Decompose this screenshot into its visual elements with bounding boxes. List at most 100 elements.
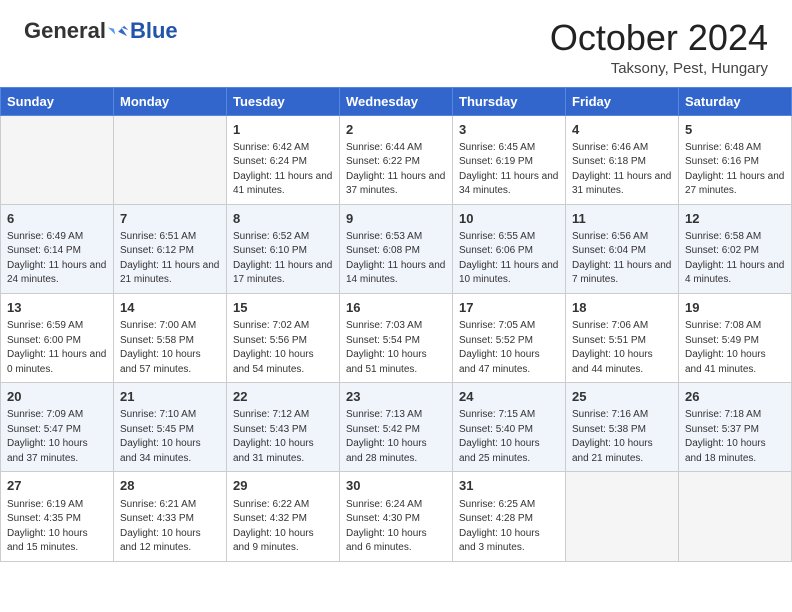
logo-general-text: General <box>24 18 106 44</box>
calendar-cell: 27Sunrise: 6:19 AM Sunset: 4:35 PM Dayli… <box>1 472 114 561</box>
day-info: Sunrise: 6:25 AM Sunset: 4:28 PM Dayligh… <box>459 498 559 556</box>
calendar-cell: 21 Sunrise: 7:10 AM Sunset: 5:45 PM Dayli… <box>114 383 227 472</box>
day-info: Sunrise: 7:13 AM Sunset: 5:42 PM Dayligh… <box>346 408 446 466</box>
day-info: Sunrise: 6:19 AM Sunset: 4:35 PM Dayligh… <box>7 498 107 556</box>
day-info: Sunrise: 7:10 AM Sunset: 5:45 PM Dayligh… <box>120 408 220 466</box>
day-info: Sunrise: 7:12 AM Sunset: 5:43 PM Dayligh… <box>233 408 333 466</box>
day-info: Sunrise: 7:02 AM Sunset: 5:56 PM Dayligh… <box>233 319 333 377</box>
day-number: 12 <box>685 210 785 228</box>
calendar-cell: 14Sunrise: 7:00 AM Sunset: 5:58 PM Dayli… <box>114 293 227 382</box>
calendar-cell: 8 Sunrise: 6:52 AM Sunset: 6:10 PM Daylig… <box>227 204 340 293</box>
column-header-thursday: Thursday <box>453 87 566 115</box>
logo-blue-text: Blue <box>130 18 178 44</box>
day-info: Sunrise: 7:08 AM Sunset: 5:49 PM Dayligh… <box>685 319 785 377</box>
calendar-cell: 26Sunrise: 7:18 AM Sunset: 5:37 PM Dayli… <box>679 383 792 472</box>
column-header-tuesday: Tuesday <box>227 87 340 115</box>
calendar-header-row: SundayMondayTuesdayWednesdayThursdayFrid… <box>1 87 792 115</box>
column-header-friday: Friday <box>566 87 679 115</box>
column-header-saturday: Saturday <box>679 87 792 115</box>
day-number: 9 <box>346 210 446 228</box>
day-number: 26 <box>685 388 785 406</box>
calendar-cell: 19 Sunrise: 7:08 AM Sunset: 5:49 PM Dayli… <box>679 293 792 382</box>
day-number: 4 <box>572 121 672 139</box>
day-info: Sunrise: 6:58 AM Sunset: 6:02 PM Dayligh… <box>685 230 785 288</box>
month-title: October 2024 <box>550 18 768 58</box>
day-number: 16 <box>346 299 446 317</box>
calendar-cell: 11 Sunrise: 6:56 AM Sunset: 6:04 PM Dayli… <box>566 204 679 293</box>
logo-bird-icon <box>108 20 130 42</box>
day-info: Sunrise: 6:48 AM Sunset: 6:16 PM Dayligh… <box>685 141 785 199</box>
column-header-monday: Monday <box>114 87 227 115</box>
calendar-cell: 4 Sunrise: 6:46 AM Sunset: 6:18 PM Daylig… <box>566 115 679 204</box>
calendar-cell: 22 Sunrise: 7:12 AM Sunset: 5:43 PM Dayli… <box>227 383 340 472</box>
calendar-cell: 25 Sunrise: 7:16 AM Sunset: 5:38 PM Dayli… <box>566 383 679 472</box>
day-number: 25 <box>572 388 672 406</box>
day-number: 19 <box>685 299 785 317</box>
day-number: 2 <box>346 121 446 139</box>
day-number: 17 <box>459 299 559 317</box>
day-number: 23 <box>346 388 446 406</box>
calendar-cell: 9 Sunrise: 6:53 AM Sunset: 6:08 PM Daylig… <box>340 204 453 293</box>
day-number: 22 <box>233 388 333 406</box>
day-info: Sunrise: 6:42 AM Sunset: 6:24 PM Dayligh… <box>233 141 333 199</box>
day-info: Sunrise: 6:59 AM Sunset: 6:00 PM Dayligh… <box>7 319 107 377</box>
day-number: 21 <box>120 388 220 406</box>
calendar-cell: 23 Sunrise: 7:13 AM Sunset: 5:42 PM Dayli… <box>340 383 453 472</box>
day-info: Sunrise: 6:21 AM Sunset: 4:33 PM Dayligh… <box>120 498 220 556</box>
calendar-week-row: 13 Sunrise: 6:59 AM Sunset: 6:00 PM Dayli… <box>1 293 792 382</box>
calendar-cell: 31 Sunrise: 6:25 AM Sunset: 4:28 PM Dayli… <box>453 472 566 561</box>
calendar-week-row: 27Sunrise: 6:19 AM Sunset: 4:35 PM Dayli… <box>1 472 792 561</box>
day-info: Sunrise: 6:44 AM Sunset: 6:22 PM Dayligh… <box>346 141 446 199</box>
calendar-cell: 3 Sunrise: 6:45 AM Sunset: 6:19 PM Daylig… <box>453 115 566 204</box>
calendar-cell: 20Sunrise: 7:09 AM Sunset: 5:47 PM Dayli… <box>1 383 114 472</box>
calendar-cell <box>566 472 679 561</box>
calendar-cell: 7Sunrise: 6:51 AM Sunset: 6:12 PM Daylig… <box>114 204 227 293</box>
calendar-table: SundayMondayTuesdayWednesdayThursdayFrid… <box>0 87 792 562</box>
calendar-cell <box>1 115 114 204</box>
calendar-cell: 13 Sunrise: 6:59 AM Sunset: 6:00 PM Dayli… <box>1 293 114 382</box>
column-header-sunday: Sunday <box>1 87 114 115</box>
location-text: Taksony, Pest, Hungary <box>550 60 768 77</box>
day-info: Sunrise: 6:45 AM Sunset: 6:19 PM Dayligh… <box>459 141 559 199</box>
day-info: Sunrise: 7:15 AM Sunset: 5:40 PM Dayligh… <box>459 408 559 466</box>
day-number: 28 <box>120 477 220 495</box>
day-info: Sunrise: 7:00 AM Sunset: 5:58 PM Dayligh… <box>120 319 220 377</box>
day-info: Sunrise: 6:51 AM Sunset: 6:12 PM Dayligh… <box>120 230 220 288</box>
day-info: Sunrise: 7:16 AM Sunset: 5:38 PM Dayligh… <box>572 408 672 466</box>
day-number: 31 <box>459 477 559 495</box>
calendar-cell: 29 Sunrise: 6:22 AM Sunset: 4:32 PM Dayli… <box>227 472 340 561</box>
day-number: 24 <box>459 388 559 406</box>
day-number: 13 <box>7 299 107 317</box>
day-number: 5 <box>685 121 785 139</box>
day-info: Sunrise: 6:24 AM Sunset: 4:30 PM Dayligh… <box>346 498 446 556</box>
calendar-cell: 6Sunrise: 6:49 AM Sunset: 6:14 PM Daylig… <box>1 204 114 293</box>
day-number: 8 <box>233 210 333 228</box>
day-number: 10 <box>459 210 559 228</box>
column-header-wednesday: Wednesday <box>340 87 453 115</box>
calendar-week-row: 1 Sunrise: 6:42 AM Sunset: 6:24 PM Daylig… <box>1 115 792 204</box>
calendar-cell: 2 Sunrise: 6:44 AM Sunset: 6:22 PM Daylig… <box>340 115 453 204</box>
calendar-cell: 18 Sunrise: 7:06 AM Sunset: 5:51 PM Dayli… <box>566 293 679 382</box>
day-info: Sunrise: 6:56 AM Sunset: 6:04 PM Dayligh… <box>572 230 672 288</box>
day-info: Sunrise: 6:46 AM Sunset: 6:18 PM Dayligh… <box>572 141 672 199</box>
calendar-week-row: 20Sunrise: 7:09 AM Sunset: 5:47 PM Dayli… <box>1 383 792 472</box>
day-info: Sunrise: 7:05 AM Sunset: 5:52 PM Dayligh… <box>459 319 559 377</box>
day-number: 18 <box>572 299 672 317</box>
day-number: 30 <box>346 477 446 495</box>
day-number: 6 <box>7 210 107 228</box>
day-number: 1 <box>233 121 333 139</box>
day-number: 3 <box>459 121 559 139</box>
calendar-cell: 28 Sunrise: 6:21 AM Sunset: 4:33 PM Dayli… <box>114 472 227 561</box>
day-info: Sunrise: 6:55 AM Sunset: 6:06 PM Dayligh… <box>459 230 559 288</box>
day-info: Sunrise: 6:52 AM Sunset: 6:10 PM Dayligh… <box>233 230 333 288</box>
calendar-cell: 30 Sunrise: 6:24 AM Sunset: 4:30 PM Dayli… <box>340 472 453 561</box>
calendar-cell: 17 Sunrise: 7:05 AM Sunset: 5:52 PM Dayli… <box>453 293 566 382</box>
calendar-cell: 5 Sunrise: 6:48 AM Sunset: 6:16 PM Daylig… <box>679 115 792 204</box>
day-number: 11 <box>572 210 672 228</box>
day-info: Sunrise: 7:06 AM Sunset: 5:51 PM Dayligh… <box>572 319 672 377</box>
day-info: Sunrise: 6:53 AM Sunset: 6:08 PM Dayligh… <box>346 230 446 288</box>
calendar-cell: 12 Sunrise: 6:58 AM Sunset: 6:02 PM Dayli… <box>679 204 792 293</box>
day-info: Sunrise: 6:22 AM Sunset: 4:32 PM Dayligh… <box>233 498 333 556</box>
day-number: 29 <box>233 477 333 495</box>
calendar-cell: 24 Sunrise: 7:15 AM Sunset: 5:40 PM Dayli… <box>453 383 566 472</box>
